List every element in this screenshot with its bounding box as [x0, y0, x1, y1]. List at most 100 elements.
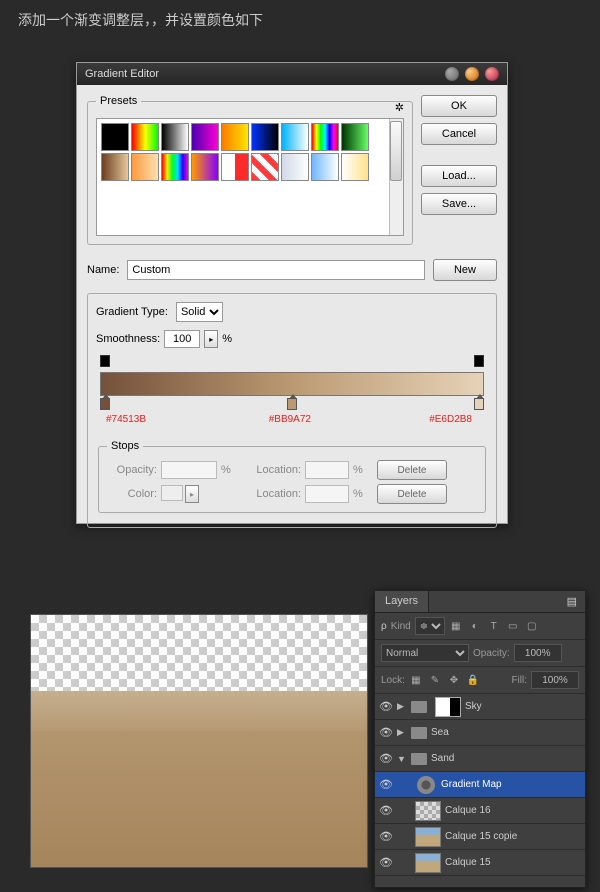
- layer-item-3[interactable]: 👁Gradient Map: [375, 772, 585, 798]
- new-button[interactable]: New: [433, 259, 497, 281]
- preset-swatch-6[interactable]: [281, 123, 309, 151]
- gradient-type-label: Gradient Type:: [96, 306, 168, 318]
- color-stop-left[interactable]: [100, 398, 110, 410]
- folder-icon: [411, 753, 427, 765]
- preset-swatch-2[interactable]: [161, 123, 189, 151]
- smoothness-label: Smoothness:: [96, 333, 160, 345]
- preset-swatch-15[interactable]: [281, 153, 309, 181]
- load-button[interactable]: Load...: [421, 165, 497, 187]
- color-stop-label: Color:: [107, 488, 157, 500]
- lock-icon-2[interactable]: ✥: [447, 675, 461, 686]
- kind-filter-icon-0[interactable]: ▦: [449, 621, 463, 632]
- dialog-title: Gradient Editor: [85, 68, 159, 80]
- presets-scrollbar[interactable]: [389, 119, 403, 235]
- kind-filter-icon-4[interactable]: ▢: [525, 621, 539, 632]
- panel-menu-icon[interactable]: ▤: [559, 591, 585, 612]
- preset-swatch-1[interactable]: [131, 123, 159, 151]
- preset-swatch-0[interactable]: [101, 123, 129, 151]
- instruction-text: 添加一个渐变调整层，，并设置颜色如下: [0, 0, 600, 40]
- layer-thumb[interactable]: [415, 853, 441, 873]
- layer-item-2[interactable]: 👁▼ Sand: [375, 746, 585, 772]
- smoothness-input[interactable]: [164, 330, 200, 348]
- layer-item-1[interactable]: 👁▶Sea: [375, 720, 585, 746]
- smoothness-dropdown-icon[interactable]: ▸: [204, 330, 218, 348]
- color-swatch-mini[interactable]: [161, 485, 183, 501]
- color-stop-right[interactable]: [474, 398, 484, 410]
- layer-item-6[interactable]: 👁Calque 15: [375, 850, 585, 876]
- lock-icon-3[interactable]: 🔒: [466, 675, 480, 686]
- kind-select[interactable]: ≑: [415, 617, 445, 635]
- preset-swatch-11[interactable]: [161, 153, 189, 181]
- opacity-stop-left[interactable]: [100, 355, 110, 367]
- layers-tab[interactable]: Layers: [375, 591, 429, 612]
- layer-thumb[interactable]: [415, 827, 441, 847]
- cancel-button[interactable]: Cancel: [421, 123, 497, 145]
- kind-label: Kind: [391, 621, 411, 632]
- location-label-2: Location:: [245, 488, 301, 500]
- desert-image-area: [31, 691, 367, 867]
- layer-name: Sand: [431, 753, 454, 764]
- gradient-type-select[interactable]: Solid: [176, 302, 223, 322]
- visibility-eye-icon[interactable]: 👁: [375, 856, 397, 869]
- preset-swatch-13[interactable]: [221, 153, 249, 181]
- maximize-dot-icon[interactable]: [465, 67, 479, 81]
- disclosure-arrow-icon[interactable]: ▶: [397, 727, 407, 738]
- disclosure-arrow-icon[interactable]: ▼: [397, 754, 407, 764]
- kind-filter-icon-3[interactable]: ▭: [506, 621, 520, 632]
- fill-label: Fill:: [511, 675, 527, 686]
- minimize-dot-icon[interactable]: [445, 67, 459, 81]
- gradient-editor-dialog: Gradient Editor Presets ✲ OK Cancel: [76, 62, 508, 524]
- layer-name: Calque 16: [445, 805, 491, 816]
- opacity-stop-right[interactable]: [474, 355, 484, 367]
- visibility-eye-icon[interactable]: 👁: [375, 804, 397, 817]
- preset-swatch-17[interactable]: [341, 153, 369, 181]
- group-mask-thumb[interactable]: [435, 697, 461, 717]
- color-stop-mid[interactable]: [287, 398, 297, 410]
- lock-icon-0[interactable]: ▦: [409, 675, 423, 686]
- color-dropdown-icon[interactable]: ▸: [185, 485, 199, 503]
- visibility-eye-icon[interactable]: 👁: [375, 752, 397, 765]
- opacity-label: Opacity:: [473, 648, 510, 659]
- stops-fieldset: Stops Opacity: % Location: % Delete Colo…: [98, 440, 486, 513]
- percent-label: %: [222, 333, 232, 345]
- save-button[interactable]: Save...: [421, 193, 497, 215]
- opacity-input[interactable]: [514, 644, 562, 662]
- disclosure-arrow-icon[interactable]: ▶: [397, 701, 407, 712]
- visibility-eye-icon[interactable]: 👁: [375, 778, 397, 791]
- gradient-strip[interactable]: #74513B #BB9A72 #E6D2B8: [98, 358, 486, 436]
- close-dot-icon[interactable]: [485, 67, 499, 81]
- preset-swatch-9[interactable]: [101, 153, 129, 181]
- kind-filter-icon-2[interactable]: T: [487, 621, 501, 632]
- presets-gear-icon[interactable]: ✲: [395, 101, 404, 114]
- blend-mode-select[interactable]: Normal: [381, 644, 469, 662]
- preset-swatch-8[interactable]: [341, 123, 369, 151]
- visibility-eye-icon[interactable]: 👁: [375, 830, 397, 843]
- fill-input[interactable]: [531, 671, 579, 689]
- kind-filter-icon-1[interactable]: ◐: [468, 621, 482, 632]
- delete-opacity-stop-button[interactable]: Delete: [377, 460, 447, 480]
- visibility-eye-icon[interactable]: 👁: [375, 726, 397, 739]
- lock-icon-1[interactable]: ✎: [428, 675, 442, 686]
- layer-item-5[interactable]: 👁Calque 15 copie: [375, 824, 585, 850]
- document-canvas[interactable]: [30, 614, 368, 868]
- layer-item-4[interactable]: 👁 Calque 16: [375, 798, 585, 824]
- preset-swatch-7[interactable]: [311, 123, 339, 151]
- gradient-bar[interactable]: [100, 372, 484, 396]
- layer-thumb[interactable]: [415, 801, 441, 821]
- visibility-eye-icon[interactable]: 👁: [375, 700, 397, 713]
- preset-swatch-5[interactable]: [251, 123, 279, 151]
- layer-item-0[interactable]: 👁▶Sky: [375, 694, 585, 720]
- preset-swatch-16[interactable]: [311, 153, 339, 181]
- preset-swatch-10[interactable]: [131, 153, 159, 181]
- preset-swatch-12[interactable]: [191, 153, 219, 181]
- dialog-titlebar[interactable]: Gradient Editor: [77, 63, 507, 85]
- location-input-2: [305, 485, 349, 503]
- preset-swatch-14[interactable]: [251, 153, 279, 181]
- preset-swatch-4[interactable]: [221, 123, 249, 151]
- preset-swatch-3[interactable]: [191, 123, 219, 151]
- name-input[interactable]: [127, 260, 425, 280]
- layers-panel: Layers ▤ ρ Kind ≑ ▦◐T▭▢ Normal Opacity: …: [374, 590, 586, 888]
- ok-button[interactable]: OK: [421, 95, 497, 117]
- delete-color-stop-button[interactable]: Delete: [377, 484, 447, 504]
- opacity-stop-label: Opacity:: [107, 464, 157, 476]
